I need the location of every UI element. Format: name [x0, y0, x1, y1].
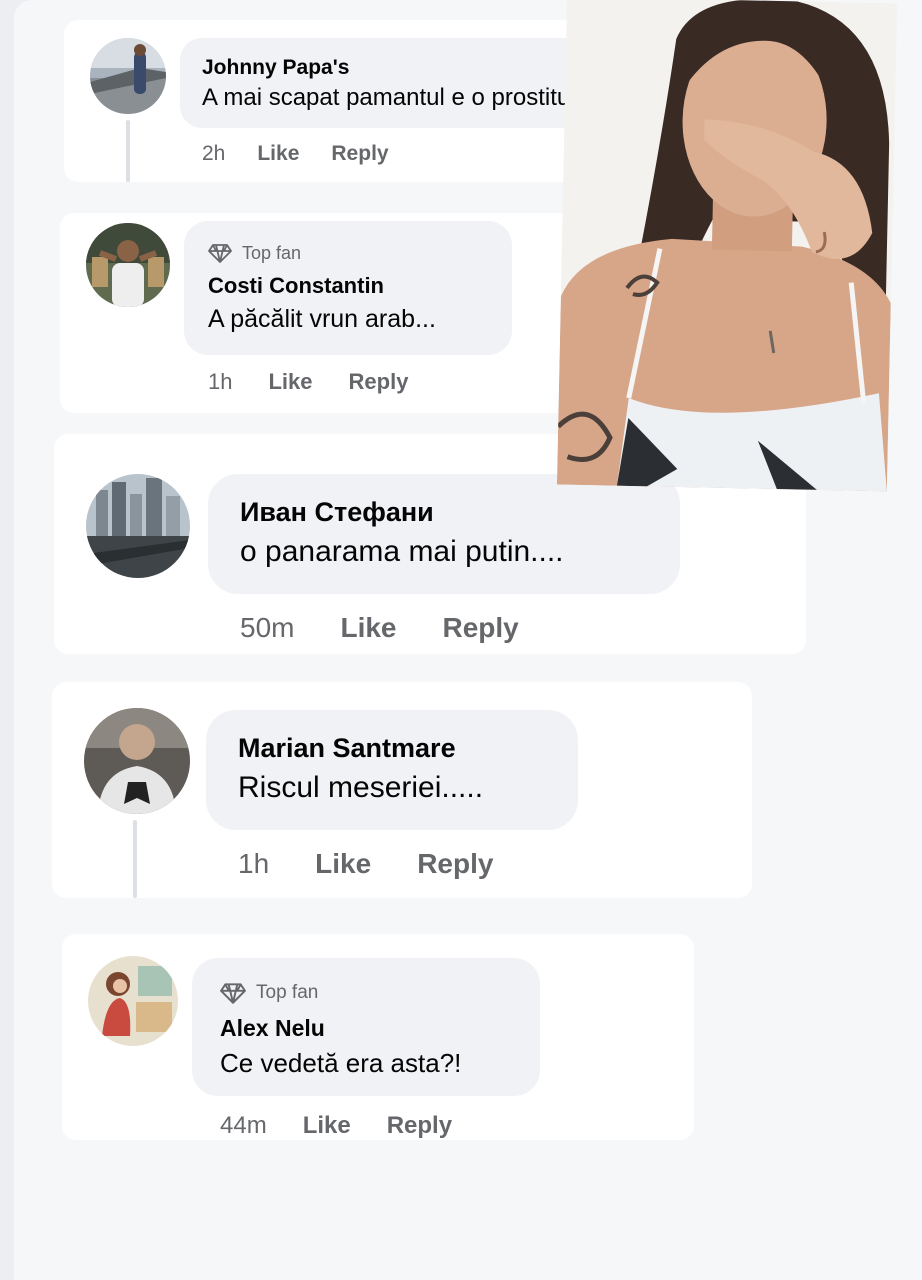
- reply-button[interactable]: Reply: [349, 369, 409, 395]
- comment-text: Riscul meseriei.....: [238, 771, 484, 804]
- avatar-marian[interactable]: [84, 708, 190, 814]
- avatar-ivan-image: [86, 474, 190, 578]
- comment-card-marian: Marian Santmare Riscul meseriei..... 1h …: [52, 682, 752, 898]
- avatar-alex-image: [88, 956, 178, 1046]
- like-button[interactable]: Like: [340, 612, 396, 644]
- comment-bubble: Иван Стефани o panarama mai putin....: [208, 474, 680, 594]
- top-fan-label: Top fan: [242, 242, 302, 263]
- comment-bubble: Top fan Alex Nelu Ce vedetă era asta?!: [192, 958, 540, 1096]
- comment-text: Ce vedetă era asta?!: [220, 1048, 462, 1078]
- comment-actions: 50m Like Reply: [240, 612, 519, 644]
- comment-actions: 1h Like Reply: [238, 848, 493, 880]
- comment-card-costi: Top fan Costi Constantin A păcălit vrun …: [60, 213, 620, 413]
- reply-button[interactable]: Reply: [331, 142, 388, 166]
- avatar-ivan[interactable]: [86, 474, 190, 578]
- top-fan-badge: Top fan: [208, 241, 512, 265]
- comment-time: 44m: [220, 1112, 267, 1139]
- comment-actions: 2h Like Reply: [202, 142, 389, 166]
- avatar-johnny-image: [90, 38, 166, 114]
- top-fan-badge: Top fan: [220, 980, 540, 1006]
- avatar-marian-image: [84, 708, 190, 814]
- like-button[interactable]: Like: [303, 1112, 351, 1140]
- comment-actions: 1h Like Reply: [208, 369, 408, 395]
- reply-button[interactable]: Reply: [417, 848, 493, 880]
- thread-line: [126, 120, 130, 182]
- comment-time: 50m: [240, 612, 295, 643]
- comment-card-alex: Top fan Alex Nelu Ce vedetă era asta?! 4…: [62, 934, 694, 1140]
- like-button[interactable]: Like: [315, 848, 371, 880]
- overlay-photo: [556, 0, 898, 492]
- thread-line: [133, 820, 137, 898]
- comment-time: 1h: [238, 848, 270, 879]
- comment-time: 2h: [202, 142, 226, 165]
- comment-author[interactable]: Alex Nelu: [220, 1014, 540, 1042]
- avatar-costi[interactable]: [86, 223, 170, 307]
- avatar-costi-image: [86, 223, 170, 307]
- comment-bubble: Marian Santmare Riscul meseriei.....: [206, 710, 578, 830]
- photo-image: [556, 0, 898, 492]
- avatar-johnny[interactable]: [90, 38, 166, 114]
- reply-button[interactable]: Reply: [443, 612, 519, 644]
- diamond-icon: [208, 244, 232, 263]
- reply-button[interactable]: Reply: [387, 1112, 452, 1140]
- comment-author[interactable]: Marian Santmare: [238, 732, 578, 764]
- comment-text: o panarama mai putin....: [240, 535, 564, 568]
- avatar-alex[interactable]: [88, 956, 178, 1046]
- like-button[interactable]: Like: [268, 369, 312, 395]
- comment-time: 1h: [208, 369, 233, 394]
- comment-actions: 44m Like Reply: [220, 1112, 452, 1140]
- comment-author[interactable]: Costi Constantin: [208, 273, 512, 299]
- comment-bubble: Top fan Costi Constantin A păcălit vrun …: [184, 221, 512, 355]
- comment-text: A păcălit vrun arab...: [208, 305, 436, 333]
- like-button[interactable]: Like: [257, 142, 299, 166]
- comment-author[interactable]: Иван Стефани: [240, 496, 680, 528]
- diamond-icon: [220, 983, 246, 1004]
- top-fan-label: Top fan: [256, 982, 319, 1003]
